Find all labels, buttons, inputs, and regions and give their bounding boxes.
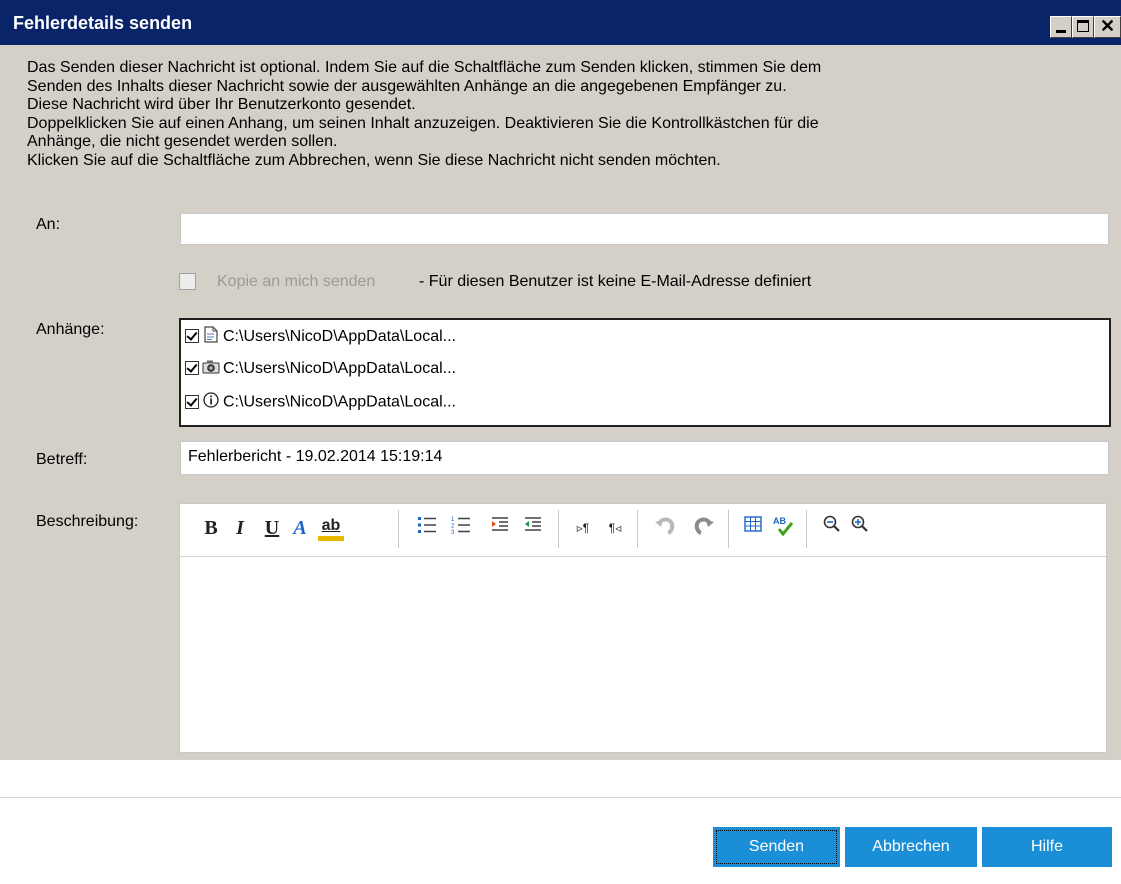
- description-label: Beschreibung:: [36, 513, 139, 530]
- undo-icon[interactable]: [652, 514, 678, 542]
- svg-text:2: 2: [451, 524, 455, 530]
- svg-text:1: 1: [451, 517, 455, 523]
- dialog-window: Fehlerdetails senden ✕ Das Senden dieser…: [0, 0, 1121, 884]
- font-color-button[interactable]: A: [287, 514, 313, 542]
- no-email-note: - Für diesen Benutzer ist keine E-Mail-A…: [419, 273, 812, 290]
- list-item[interactable]: C:\Users\NicoD\AppData\Local...: [185, 359, 456, 385]
- title-bar[interactable]: Fehlerdetails senden ✕: [0, 0, 1121, 45]
- toolbar-separator: [398, 510, 399, 548]
- zoom-in-icon[interactable]: [847, 514, 873, 542]
- ltr-icon[interactable]: ▹¶: [570, 514, 596, 542]
- svg-text:3: 3: [451, 530, 455, 536]
- toolbar-separator: [558, 510, 559, 548]
- indent-icon[interactable]: [487, 514, 513, 542]
- bullet-list-icon[interactable]: [414, 514, 440, 542]
- list-item[interactable]: C:\Users\NicoD\AppData\Local...: [185, 392, 456, 418]
- intro-line: Senden des Inhalts dieser Nachricht sowi…: [27, 77, 787, 95]
- attachment-path: C:\Users\NicoD\AppData\Local...: [223, 393, 456, 411]
- italic-button[interactable]: I: [227, 514, 253, 542]
- svg-text:AB: AB: [773, 516, 786, 526]
- intro-line: Diese Nachricht wird über Ihr Benutzerko…: [27, 96, 416, 113]
- minimize-button[interactable]: [1050, 16, 1072, 38]
- underline-button[interactable]: U: [259, 514, 285, 542]
- attachment-checkbox[interactable]: [185, 394, 199, 409]
- intro-line: Das Senden dieser Nachricht ist optional…: [27, 59, 822, 76]
- attachment-path: C:\Users\NicoD\AppData\Local...: [223, 328, 456, 346]
- copy-to-me-checkbox[interactable]: [179, 273, 196, 290]
- redo-icon[interactable]: [691, 514, 717, 542]
- attachments-list[interactable]: C:\Users\NicoD\AppData\Local... C:\Users…: [179, 318, 1111, 427]
- minimize-icon: [1056, 30, 1066, 33]
- close-button[interactable]: ✕: [1094, 16, 1121, 38]
- maximize-button[interactable]: [1072, 16, 1094, 38]
- info-icon: [201, 392, 221, 413]
- toolbar-separator: [728, 510, 729, 548]
- rtl-icon[interactable]: ¶◃: [602, 514, 628, 542]
- to-label: An:: [36, 216, 61, 233]
- camera-icon: [201, 359, 221, 379]
- toolbar-separator: [637, 510, 638, 548]
- toolbar-separator: [806, 510, 807, 548]
- help-button[interactable]: Hilfe: [982, 827, 1112, 867]
- intro-line: Klicken Sie auf die Schaltfläche zum Abb…: [27, 151, 721, 169]
- subject-label: Betreff:: [36, 451, 88, 468]
- cancel-button[interactable]: Abbrechen: [845, 827, 977, 867]
- window-title: Fehlerdetails senden: [13, 13, 193, 33]
- maximize-icon: [1077, 20, 1089, 32]
- document-icon: [201, 326, 221, 348]
- to-field[interactable]: [180, 213, 1109, 245]
- attachment-path: C:\Users\NicoD\AppData\Local...: [223, 360, 456, 378]
- attachment-checkbox[interactable]: [185, 329, 199, 343]
- intro-line: Doppelklicken Sie auf einen Anhang, um s…: [27, 114, 819, 132]
- outdent-icon[interactable]: [520, 514, 546, 542]
- subject-field[interactable]: Fehlerbericht - 19.02.2014 15:19:14: [180, 441, 1109, 475]
- spellcheck-icon[interactable]: AB: [771, 514, 797, 542]
- copy-to-me-label: Kopie an mich senden: [217, 273, 376, 290]
- attachments-label: Anhänge:: [36, 321, 105, 338]
- send-button[interactable]: Senden: [713, 827, 840, 867]
- description-text-area[interactable]: [180, 557, 1106, 752]
- zoom-out-icon[interactable]: [819, 514, 845, 542]
- list-item[interactable]: C:\Users\NicoD\AppData\Local...: [185, 326, 456, 352]
- intro-line: Anhänge, die nicht gesendet werden solle…: [27, 133, 338, 150]
- description-editor[interactable]: B I U A ab 123 ▹¶ ¶◃ AB: [179, 503, 1107, 753]
- subject-value: Fehlerbericht - 19.02.2014 15:19:14: [188, 448, 443, 465]
- attachment-checkbox[interactable]: [185, 361, 199, 375]
- bold-button[interactable]: B: [198, 514, 224, 542]
- table-icon[interactable]: [740, 514, 766, 542]
- divider: [0, 797, 1121, 798]
- close-icon: ✕: [1100, 16, 1116, 36]
- highlight-button[interactable]: ab: [318, 516, 344, 541]
- intro-text: Das Senden dieser Nachricht ist optional…: [27, 59, 1087, 170]
- numbered-list-icon[interactable]: 123: [448, 514, 474, 542]
- editor-toolbar: B I U A ab 123 ▹¶ ¶◃ AB: [180, 504, 1106, 557]
